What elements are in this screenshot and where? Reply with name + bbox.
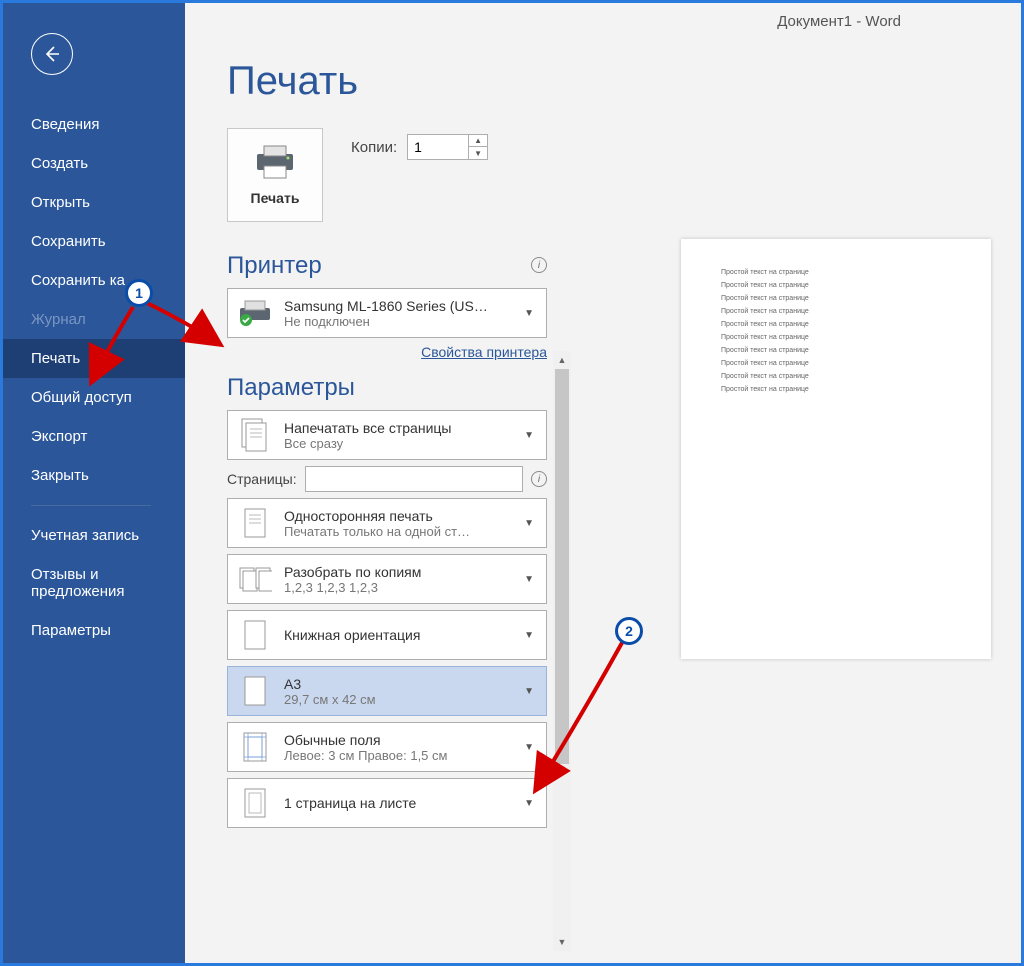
- preview-line: Простой текст на странице: [721, 321, 951, 328]
- nav-divider: [31, 505, 151, 506]
- preview-line: Простой текст на странице: [721, 347, 951, 354]
- page-title: Печать: [227, 59, 1021, 104]
- print-panel: Печать Печать Копии: ▲ ▼: [185, 39, 1021, 963]
- setting-icon: [236, 503, 274, 543]
- copies-label: Копии:: [351, 139, 397, 156]
- chevron-down-icon: ▼: [520, 742, 538, 753]
- setting-dropdown-0[interactable]: Напечатать все страницыВсе сразу ▼: [227, 410, 547, 460]
- scroll-up-icon[interactable]: ▲: [553, 351, 571, 369]
- nav-item-8[interactable]: Экспорт: [3, 417, 185, 456]
- chevron-down-icon: ▼: [520, 574, 538, 585]
- print-button-label: Печать: [251, 190, 300, 206]
- nav-item-9[interactable]: Закрыть: [3, 456, 185, 495]
- scroll-down-icon[interactable]: ▼: [553, 933, 571, 951]
- nav-footer-item-1[interactable]: Отзывы и предложения: [3, 555, 185, 611]
- setting-dropdown-5[interactable]: Обычные поляЛевое: 3 см Правое: 1,5 см ▼: [227, 722, 547, 772]
- setting-icon: [236, 783, 274, 823]
- setting-line2: Все сразу: [284, 436, 510, 451]
- setting-line1: Односторонняя печать: [284, 508, 510, 524]
- nav-item-2[interactable]: Открыть: [3, 183, 185, 222]
- printer-properties-link[interactable]: Свойства принтера: [227, 344, 547, 360]
- setting-line2: Печатать только на одной ст…: [284, 524, 510, 539]
- pages-label: Страницы:: [227, 471, 297, 487]
- chevron-down-icon: ▼: [520, 798, 538, 809]
- nav-item-7[interactable]: Общий доступ: [3, 378, 185, 417]
- setting-dropdown-1[interactable]: Односторонняя печатьПечатать только на о…: [227, 498, 547, 548]
- back-button[interactable]: [31, 33, 73, 75]
- backstage-sidebar: СведенияСоздатьОткрытьСохранитьСохранить…: [3, 3, 185, 963]
- scroll-thumb[interactable]: [555, 369, 569, 764]
- printer-icon: [254, 144, 296, 180]
- printer-device-icon: [237, 298, 273, 328]
- printer-heading: Принтер: [227, 252, 322, 280]
- setting-line1: Книжная ориентация: [284, 627, 510, 643]
- chevron-down-icon: ▼: [520, 630, 538, 641]
- nav-item-0[interactable]: Сведения: [3, 105, 185, 144]
- annotation-badge-1: 1: [125, 279, 153, 307]
- printer-status: Не подключен: [284, 314, 510, 329]
- preview-line: Простой текст на странице: [721, 308, 951, 315]
- printer-dropdown[interactable]: Samsung ML-1860 Series (US… Не подключен…: [227, 288, 547, 338]
- nav-item-5: Журнал: [3, 300, 185, 339]
- preview-line: Простой текст на странице: [721, 360, 951, 367]
- preview-line: Простой текст на странице: [721, 295, 951, 302]
- setting-icon: [236, 671, 274, 711]
- setting-line1: A3: [284, 676, 510, 692]
- info-icon[interactable]: i: [531, 471, 547, 487]
- chevron-down-icon: ▼: [520, 518, 538, 529]
- setting-dropdown-6[interactable]: 1 страница на листе ▼: [227, 778, 547, 828]
- setting-line1: 1 страница на листе: [284, 795, 510, 811]
- pages-input[interactable]: [305, 466, 523, 492]
- arrow-left-icon: [42, 44, 62, 64]
- setting-line1: Напечатать все страницы: [284, 420, 510, 436]
- setting-line2: Левое: 3 см Правое: 1,5 см: [284, 748, 510, 763]
- print-preview: Простой текст на странице Простой текст н…: [681, 239, 991, 659]
- setting-icon: [236, 415, 274, 455]
- chevron-down-icon: ▼: [520, 430, 538, 441]
- setting-icon: [236, 559, 274, 599]
- preview-line: Простой текст на странице: [721, 282, 951, 289]
- setting-line1: Разобрать по копиям: [284, 564, 510, 580]
- printer-name: Samsung ML-1860 Series (US…: [284, 298, 510, 314]
- setting-dropdown-2[interactable]: Разобрать по копиям1,2,3 1,2,3 1,2,3 ▼: [227, 554, 547, 604]
- info-icon[interactable]: i: [531, 257, 547, 273]
- setting-icon: [236, 727, 274, 767]
- setting-line2: 1,2,3 1,2,3 1,2,3: [284, 580, 510, 595]
- settings-scrollbar[interactable]: ▲ ▼: [553, 351, 571, 951]
- copies-spinner[interactable]: ▲ ▼: [407, 134, 488, 160]
- spinner-down[interactable]: ▼: [469, 147, 487, 159]
- nav-item-3[interactable]: Сохранить: [3, 222, 185, 261]
- copies-input[interactable]: [408, 135, 468, 159]
- nav-footer-item-0[interactable]: Учетная запись: [3, 516, 185, 555]
- preview-line: Простой текст на странице: [721, 373, 951, 380]
- annotation-badge-2: 2: [615, 617, 643, 645]
- chevron-down-icon: ▼: [520, 686, 538, 697]
- nav-item-1[interactable]: Создать: [3, 144, 185, 183]
- preview-line: Простой текст на странице: [721, 386, 951, 393]
- setting-dropdown-4[interactable]: A329,7 см x 42 см ▼: [227, 666, 547, 716]
- setting-icon: [236, 615, 274, 655]
- spinner-up[interactable]: ▲: [469, 135, 487, 147]
- setting-line1: Обычные поля: [284, 732, 510, 748]
- nav-item-6[interactable]: Печать: [3, 339, 185, 378]
- setting-line2: 29,7 см x 42 см: [284, 692, 510, 707]
- preview-line: Простой текст на странице: [721, 334, 951, 341]
- chevron-down-icon: ▼: [520, 308, 538, 319]
- nav-footer-item-2[interactable]: Параметры: [3, 611, 185, 650]
- print-button[interactable]: Печать: [227, 128, 323, 222]
- window-title: Документ1 - Word: [777, 13, 901, 30]
- nav-item-4[interactable]: Сохранить ка: [3, 261, 185, 300]
- preview-line: Простой текст на странице: [721, 269, 951, 276]
- setting-dropdown-3[interactable]: Книжная ориентация ▼: [227, 610, 547, 660]
